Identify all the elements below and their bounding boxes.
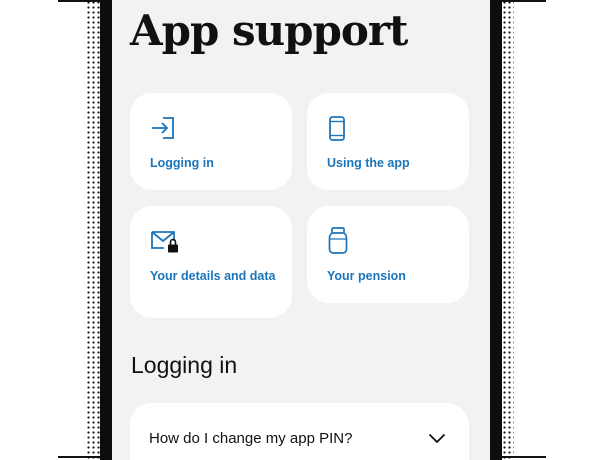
bottom-rule-left (58, 456, 100, 458)
category-tile-using-the-app[interactable]: Using the app (307, 93, 469, 190)
bottom-rule-right (502, 456, 546, 458)
category-tile-your-pension[interactable]: Your pension (307, 206, 469, 303)
faq-question: How do I change my app PIN? (149, 430, 353, 447)
category-label-your-pension: Your pension (327, 269, 406, 283)
faq-item-change-app-pin[interactable]: How do I change my app PIN? (130, 403, 469, 460)
dotted-border-left (86, 0, 100, 460)
category-label-logging-in: Logging in (150, 156, 214, 170)
chevron-down-icon (429, 434, 445, 443)
category-tile-logging-in[interactable]: Logging in (130, 93, 292, 190)
section-heading-logging-in: Logging in (131, 352, 238, 378)
login-arrow-icon (152, 117, 174, 139)
top-rule-right (502, 0, 546, 2)
category-label-your-details-and-data: Your details and data (150, 269, 276, 283)
page-title: App support (130, 6, 408, 55)
jar-icon (328, 227, 348, 254)
app-screen: App support Logging in Using the app You… (112, 0, 490, 460)
dotted-border-right (502, 0, 514, 460)
mobile-phone-icon (329, 116, 345, 141)
category-label-using-the-app: Using the app (327, 156, 410, 170)
envelope-lock-icon (151, 231, 178, 253)
top-rule-left (58, 0, 100, 2)
category-tile-your-details-and-data[interactable]: Your details and data (130, 206, 292, 318)
